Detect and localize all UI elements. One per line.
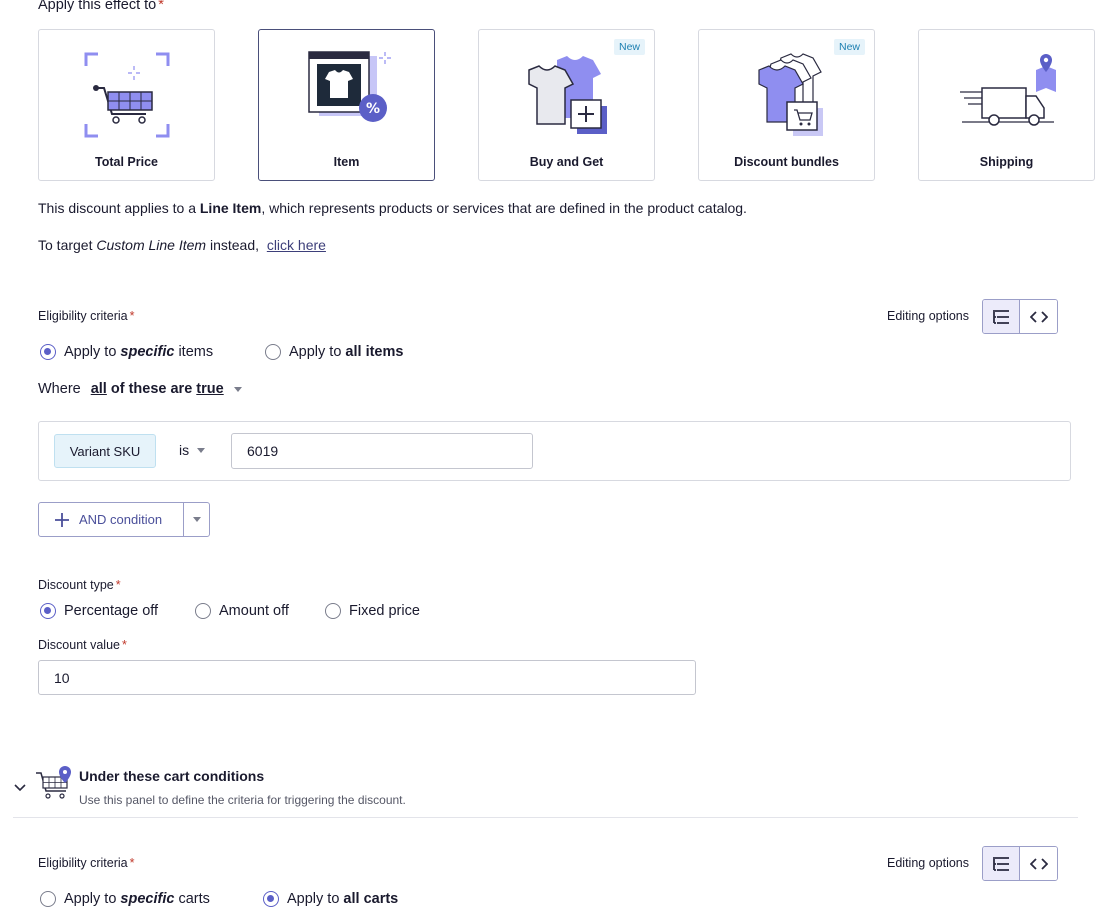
- list-tree-icon: [993, 856, 1009, 871]
- cart-editing-options-toggle: [982, 846, 1058, 881]
- shirts-plus-icon: [527, 56, 607, 134]
- and-condition-dropdown[interactable]: [184, 503, 209, 536]
- cart-code-view-button[interactable]: [1020, 847, 1057, 880]
- cart-conditions-subtitle: Use this panel to define the criteria fo…: [79, 793, 406, 807]
- code-icon: [1029, 857, 1048, 870]
- add-and-condition[interactable]: AND condition: [39, 503, 184, 536]
- radio-specific-carts[interactable]: Apply to specific carts: [40, 891, 210, 907]
- new-badge: New: [833, 39, 865, 55]
- line-item-description: This discount applies to a Line Item, wh…: [38, 200, 747, 216]
- radio-all-items[interactable]: Apply to all items: [265, 344, 403, 360]
- condition-value-input[interactable]: 6019: [231, 433, 533, 469]
- radio-dot[interactable]: [265, 344, 281, 360]
- card-label: Shipping: [979, 155, 1034, 169]
- card-discount-bundles[interactable]: New Discount bundles: [698, 29, 875, 181]
- cart-eligibility-label: Eligibility criteria *: [38, 856, 135, 870]
- card-label: Discount bundles: [734, 155, 839, 169]
- cart-editing-options-label: Editing options: [887, 856, 970, 870]
- card-shipping[interactable]: Shipping: [918, 29, 1095, 181]
- radio-dot[interactable]: [263, 891, 279, 907]
- card-label: Item: [333, 155, 360, 169]
- eligibility-label: Eligibility criteria *: [38, 309, 135, 323]
- discount-value-input[interactable]: 10: [38, 660, 696, 695]
- svg-text:%: %: [365, 101, 379, 117]
- code-icon: [1029, 310, 1048, 323]
- chevron-down-icon: [233, 386, 242, 392]
- bundle-icon: [757, 53, 823, 136]
- chevron-down-icon: [14, 784, 26, 792]
- radio-dot[interactable]: [40, 603, 56, 619]
- panel-divider: [13, 817, 1078, 818]
- radio-fixed-price[interactable]: Fixed price: [325, 603, 420, 619]
- where-selector[interactable]: Where all of these are true: [38, 381, 242, 397]
- condition-field[interactable]: Variant SKU: [54, 434, 156, 468]
- chevron-down-icon: [197, 447, 206, 453]
- card-buy-and-get[interactable]: New Buy and Get: [478, 29, 655, 181]
- truck-map-icon: [959, 54, 1056, 126]
- cart-conditions-title: Under these cart conditions: [79, 768, 265, 784]
- discount-value-label: Discount value *: [38, 638, 127, 652]
- radio-dot[interactable]: [40, 344, 56, 360]
- radio-dot[interactable]: [195, 603, 211, 619]
- chevron-down-icon: [192, 517, 201, 522]
- and-condition-button: AND condition: [38, 502, 210, 537]
- condition-row: Variant SKU is 6019: [38, 421, 1071, 481]
- custom-line-item-hint: To target Custom Line Item instead, clic…: [38, 237, 326, 253]
- condition-operator[interactable]: is: [179, 442, 206, 458]
- radio-amount-off[interactable]: Amount off: [195, 603, 289, 619]
- plus-icon: [55, 512, 69, 527]
- collapse-chevron[interactable]: [13, 780, 27, 796]
- card-label: Total Price: [95, 155, 158, 169]
- cart-tree-view-button[interactable]: [983, 847, 1020, 880]
- card-item[interactable]: % Item: [258, 29, 435, 181]
- editing-options-toggle: [982, 299, 1058, 334]
- cart-icon: [84, 52, 169, 138]
- cart-location-icon: [34, 765, 74, 808]
- tree-view-button[interactable]: [983, 300, 1020, 333]
- new-badge: New: [613, 39, 645, 55]
- radio-percentage-off[interactable]: Percentage off: [40, 603, 158, 619]
- list-tree-icon: [993, 309, 1009, 324]
- radio-dot[interactable]: [40, 891, 56, 907]
- radio-all-carts[interactable]: Apply to all carts: [263, 891, 398, 907]
- click-here-link[interactable]: click here: [267, 237, 326, 253]
- code-view-button[interactable]: [1020, 300, 1057, 333]
- card-total-price[interactable]: Total Price: [38, 29, 215, 181]
- discount-type-label: Discount type *: [38, 578, 121, 592]
- shirt-tag-icon: %: [307, 51, 391, 122]
- effect-heading: Apply this effect to *: [38, 0, 164, 13]
- radio-dot[interactable]: [325, 603, 341, 619]
- editing-options-label: Editing options: [887, 309, 970, 323]
- radio-specific-items[interactable]: Apply to specific items: [40, 344, 213, 360]
- card-label: Buy and Get: [529, 155, 604, 169]
